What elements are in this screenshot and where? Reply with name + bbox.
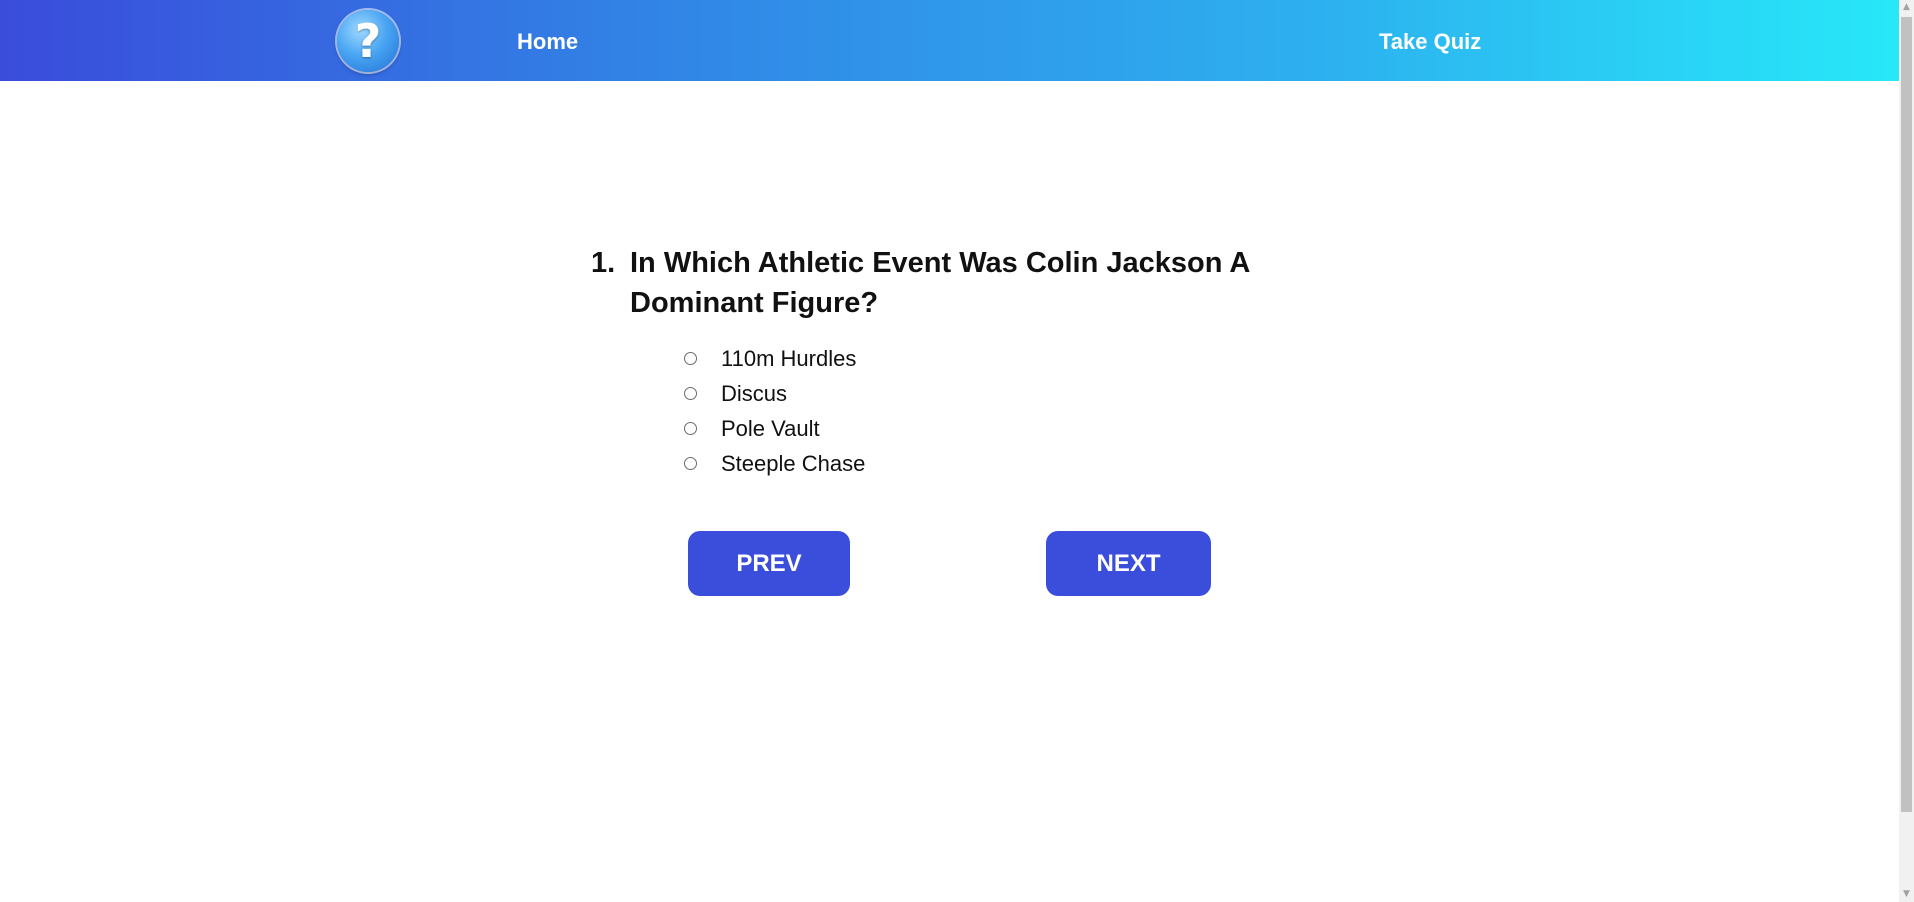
radio-button[interactable] (684, 422, 697, 435)
question-mark-icon: ? (354, 14, 382, 68)
answer-option-label[interactable]: Pole Vault (721, 411, 820, 446)
nav-take-quiz-link[interactable]: Take Quiz (1379, 0, 1481, 84)
quiz-page: ? Home Take Quiz 1. In Which Athletic Ev… (0, 0, 1914, 902)
radio-button[interactable] (684, 387, 697, 400)
scroll-down-arrow-icon[interactable]: ▼ (1899, 887, 1914, 902)
answer-option-label[interactable]: Discus (721, 376, 787, 411)
nav-home-link[interactable]: Home (517, 0, 578, 84)
quiz-logo[interactable]: ? (337, 10, 399, 72)
answer-option-label[interactable]: Steeple Chase (721, 446, 865, 481)
scrollbar-thumb[interactable] (1901, 17, 1912, 812)
prev-button[interactable]: PREV (688, 531, 850, 596)
answer-option-label[interactable]: 110m Hurdles (721, 341, 856, 376)
next-button[interactable]: NEXT (1046, 531, 1211, 596)
radio-button[interactable] (684, 457, 697, 470)
question-text: In Which Athletic Event Was Colin Jackso… (630, 247, 1250, 319)
radio-button[interactable] (684, 352, 697, 365)
vertical-scrollbar[interactable]: ▲ ▼ (1899, 0, 1914, 902)
scroll-up-arrow-icon[interactable]: ▲ (1899, 0, 1914, 15)
top-navbar: ? Home Take Quiz (0, 0, 1899, 81)
question-number: 1. (591, 247, 616, 279)
